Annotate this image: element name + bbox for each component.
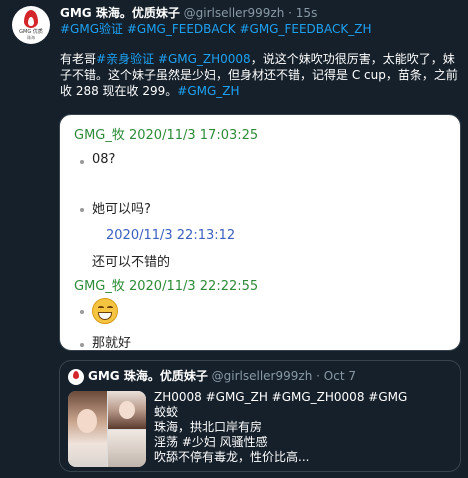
hashtag-link[interactable]: #亲身验证 <box>96 52 154 66</box>
attached-image[interactable]: GMG_牧 2020/11/3 17:03:25 08? 她可以吗? 2020/… <box>59 114 461 351</box>
grinning-emoji-icon <box>92 298 118 324</box>
flame-logo-icon <box>73 371 79 379</box>
quoted-text: ZH0008 #GMG_ZH #GMG_ZH0008 #GMG 蛟蛟 珠海，拱北… <box>154 390 408 464</box>
user-handle[interactable]: @girlseller999zh <box>184 6 285 20</box>
quoted-display-name[interactable]: GMG 珠海。优质妹子 <box>88 369 208 383</box>
hashtag-link[interactable]: #GMG_FEEDBACK <box>127 22 236 36</box>
timestamp[interactable]: 15s <box>296 6 318 20</box>
chat-message: 还可以不错的 <box>92 255 171 270</box>
quoted-avatar[interactable] <box>68 369 84 385</box>
separator: · <box>316 369 320 383</box>
separator: · <box>288 6 292 20</box>
chat-message: 那就好 <box>92 336 132 351</box>
hashtag-link[interactable]: #GMG_ZH0008 <box>158 52 251 66</box>
quoted-handle[interactable]: @girlseller999zh <box>212 369 313 383</box>
hashtag-link[interactable]: #GMG_FEEDBACK_ZH <box>239 22 371 36</box>
chat-message: 她可以吗? <box>92 202 151 217</box>
quoted-thumbnail[interactable] <box>68 391 146 467</box>
chat-sender-time: GMG_牧 2020/11/3 22:22:55 <box>74 279 259 294</box>
hashtag-link[interactable]: #GMG_ZH <box>177 84 239 98</box>
avatar-subcaption: 珠海 <box>27 35 35 40</box>
quoted-tweet[interactable]: GMG 珠海。优质妹子 @girlseller999zh · Oct 7 ZH0… <box>59 360 461 472</box>
hashtag-link[interactable]: #GMG验证 <box>60 22 123 36</box>
chat-message: 08? <box>92 152 116 167</box>
chat-sender-time: GMG_牧 2020/11/3 17:03:25 <box>74 128 259 143</box>
avatar[interactable]: GMG 优质 珠海 <box>12 6 50 44</box>
tweet-header: GMG 珠海。优质妹子 @girlseller999zh · 15s <box>60 5 317 21</box>
hashtag-line: #GMG验证 #GMG_FEEDBACK #GMG_FEEDBACK_ZH <box>60 21 372 37</box>
tweet[interactable]: GMG 优质 珠海 GMG 珠海。优质妹子 @girlseller999zh ·… <box>0 0 468 478</box>
quoted-header: GMG 珠海。优质妹子 @girlseller999zh · Oct 7 <box>88 368 356 384</box>
display-name[interactable]: GMG 珠海。优质妹子 <box>60 6 180 20</box>
quoted-timestamp[interactable]: Oct 7 <box>324 369 356 383</box>
tweet-text: 有老哥#亲身验证 #GMG_ZH0008，说这个妹吹功很厉害，太能吹了，妹子不错… <box>60 52 458 98</box>
chat-time: 2020/11/3 22:13:12 <box>106 228 236 243</box>
